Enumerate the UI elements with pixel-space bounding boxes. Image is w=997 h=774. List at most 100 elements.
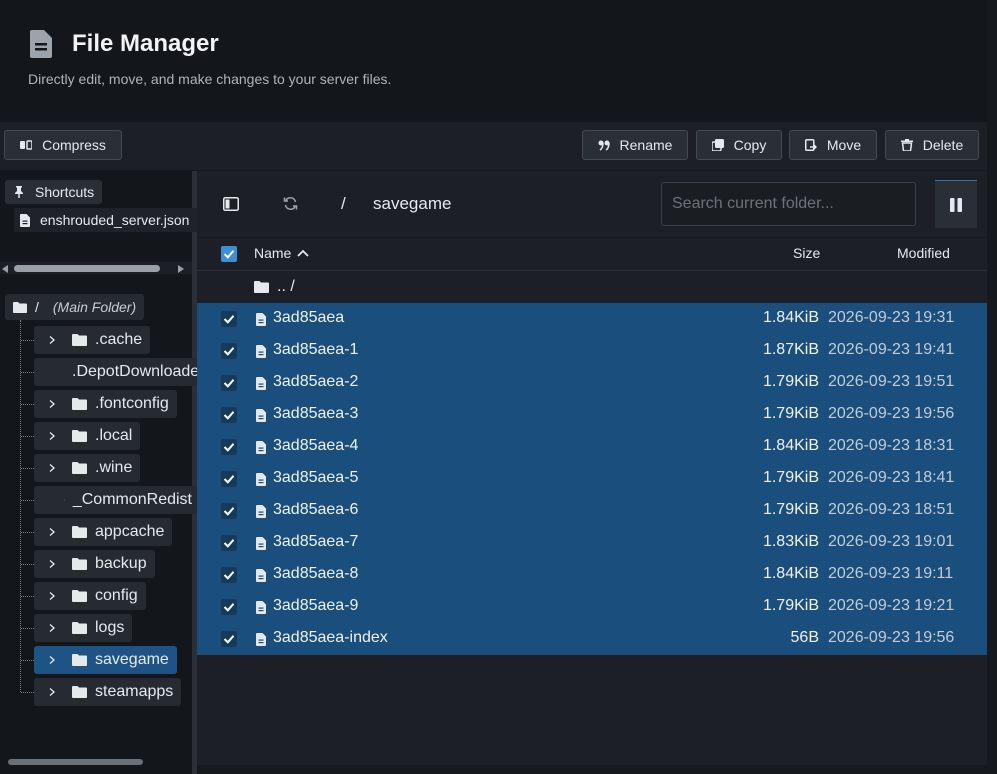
file-size: 1.79KiB [762, 501, 819, 518]
table-row[interactable]: 3ad85aea-2 1.79KiB 2026-09-23 19:51 [197, 367, 987, 399]
scroll-right-arrow[interactable] [178, 265, 184, 273]
table-row[interactable]: 3ad85aea-5 1.79KiB 2026-09-23 18:41 [197, 463, 987, 495]
rename-button[interactable]: Rename [582, 130, 688, 160]
file-name[interactable]: 3ad85aea-6 [273, 501, 358, 519]
tree-folder-item[interactable]: logs [34, 614, 133, 642]
move-button[interactable]: Move [789, 130, 877, 160]
table-row[interactable]: 3ad85aea-6 1.79KiB 2026-09-23 18:51 [197, 495, 987, 527]
sidebar-toggle-icon[interactable] [223, 197, 239, 211]
tree-connector [21, 372, 34, 373]
tree-folder-item[interactable]: .DepotDownloader [34, 358, 205, 386]
file-size: 1.87KiB [762, 341, 819, 358]
file-name[interactable]: 3ad85aea-7 [273, 533, 358, 551]
file-name[interactable]: 3ad85aea-3 [273, 405, 358, 423]
tree-folder-item[interactable]: .local [34, 422, 141, 450]
file-name[interactable]: 3ad85aea-8 [273, 565, 358, 583]
table-row[interactable]: 3ad85aea-8 1.84KiB 2026-09-23 19:11 [197, 559, 987, 591]
row-checkbox[interactable] [221, 567, 237, 583]
row-checkbox[interactable] [221, 503, 237, 519]
column-modified-header[interactable]: Modified [897, 245, 950, 261]
file-size: 1.84KiB [762, 437, 819, 454]
tree-folder-item[interactable]: savegame [34, 646, 177, 674]
action-toolbar: Compress Rename Copy Move Delete [0, 122, 987, 170]
tree-root[interactable]: / (Main Folder) [5, 294, 145, 320]
refresh-icon[interactable] [283, 196, 298, 211]
chevron-right-icon[interactable] [48, 592, 56, 600]
file-icon [256, 537, 266, 550]
file-name[interactable]: 3ad85aea-9 [273, 597, 358, 615]
compress-button[interactable]: Compress [4, 130, 122, 160]
compress-label: Compress [42, 137, 106, 153]
table-row[interactable]: 3ad85aea-4 1.84KiB 2026-09-23 18:31 [197, 431, 987, 463]
tree-folder-item[interactable]: steamapps [34, 678, 182, 706]
table-row[interactable]: 3ad85aea-index 56B 2026-09-23 19:56 [197, 623, 987, 655]
table-row[interactable]: 3ad85aea-7 1.83KiB 2026-09-23 19:01 [197, 527, 987, 559]
tree-connector [21, 692, 34, 693]
file-name[interactable]: 3ad85aea-2 [273, 373, 358, 391]
column-name-header[interactable]: Name [254, 245, 309, 261]
tree-folder-item[interactable]: .cache [34, 326, 151, 354]
sidebar-scrollbar[interactable] [0, 262, 192, 274]
tree-folder-item[interactable]: .wine [34, 454, 141, 482]
file-icon [256, 473, 266, 486]
row-checkbox[interactable] [221, 375, 237, 391]
tree-folder-label: savegame [95, 651, 169, 668]
tree-folder-label: logs [95, 619, 125, 636]
scrollbar-thumb[interactable] [14, 265, 160, 272]
chevron-right-icon[interactable] [48, 336, 56, 344]
tree-folder-item[interactable]: .fontconfig [34, 390, 177, 418]
parent-directory-row[interactable]: .. / [197, 271, 987, 303]
table-row[interactable]: 3ad85aea 1.84KiB 2026-09-23 19:31 [197, 303, 987, 335]
row-checkbox[interactable] [221, 535, 237, 551]
shortcuts-header[interactable]: Shortcuts [5, 180, 103, 204]
column-size-header[interactable]: Size [793, 245, 820, 261]
file-name[interactable]: 3ad85aea-1 [273, 341, 358, 359]
tree-folder-label: steamapps [95, 683, 174, 700]
row-checkbox[interactable] [221, 407, 237, 423]
file-name[interactable]: 3ad85aea-5 [273, 469, 358, 487]
row-checkbox[interactable] [221, 311, 237, 327]
chevron-right-icon[interactable] [48, 688, 56, 696]
copy-button[interactable]: Copy [696, 130, 782, 160]
tree-guide-line [20, 320, 21, 692]
folder-icon [72, 526, 87, 538]
row-checkbox[interactable] [221, 471, 237, 487]
pause-button[interactable] [935, 180, 977, 228]
file-name[interactable]: 3ad85aea [273, 309, 344, 327]
table-row[interactable]: 3ad85aea-9 1.79KiB 2026-09-23 19:21 [197, 591, 987, 623]
pin-icon [15, 186, 23, 198]
tree-folder-item[interactable]: appcache [34, 518, 173, 546]
file-icon [256, 313, 266, 326]
select-all-checkbox[interactable] [221, 246, 237, 262]
quote-icon [598, 140, 610, 151]
search-input[interactable] [661, 182, 916, 226]
tree-folder-item[interactable]: config [34, 582, 146, 610]
row-checkbox[interactable] [221, 599, 237, 615]
folder-icon [72, 334, 87, 346]
path-separator[interactable]: / [341, 194, 346, 214]
tree-folder-label: .fontconfig [95, 395, 169, 412]
scroll-left-arrow[interactable] [2, 265, 8, 273]
file-name[interactable]: 3ad85aea-4 [273, 437, 358, 455]
table-row[interactable]: 3ad85aea-1 1.87KiB 2026-09-23 19:41 [197, 335, 987, 367]
chevron-right-icon[interactable] [48, 432, 56, 440]
row-checkbox[interactable] [221, 631, 237, 647]
file-icon [256, 633, 266, 646]
tree-folder-item[interactable]: backup [34, 550, 155, 578]
delete-button[interactable]: Delete [885, 130, 979, 160]
path-current-folder[interactable]: savegame [373, 194, 451, 214]
shortcut-item[interactable]: enshrouded_server.json [14, 208, 198, 232]
chevron-right-icon[interactable] [48, 624, 56, 632]
chevron-right-icon[interactable] [48, 656, 56, 664]
chevron-right-icon[interactable] [48, 464, 56, 472]
row-checkbox[interactable] [221, 343, 237, 359]
row-checkbox[interactable] [221, 439, 237, 455]
sidebar-bottom-scrollbar[interactable] [8, 759, 143, 765]
chevron-right-icon[interactable] [48, 560, 56, 568]
chevron-right-icon[interactable] [48, 528, 56, 536]
chevron-right-icon[interactable] [48, 400, 56, 408]
tree-connector [21, 596, 34, 597]
file-name[interactable]: 3ad85aea-index [273, 629, 388, 647]
table-row[interactable]: 3ad85aea-3 1.79KiB 2026-09-23 19:56 [197, 399, 987, 431]
tree-folder-item[interactable]: _CommonRedist [34, 486, 200, 514]
